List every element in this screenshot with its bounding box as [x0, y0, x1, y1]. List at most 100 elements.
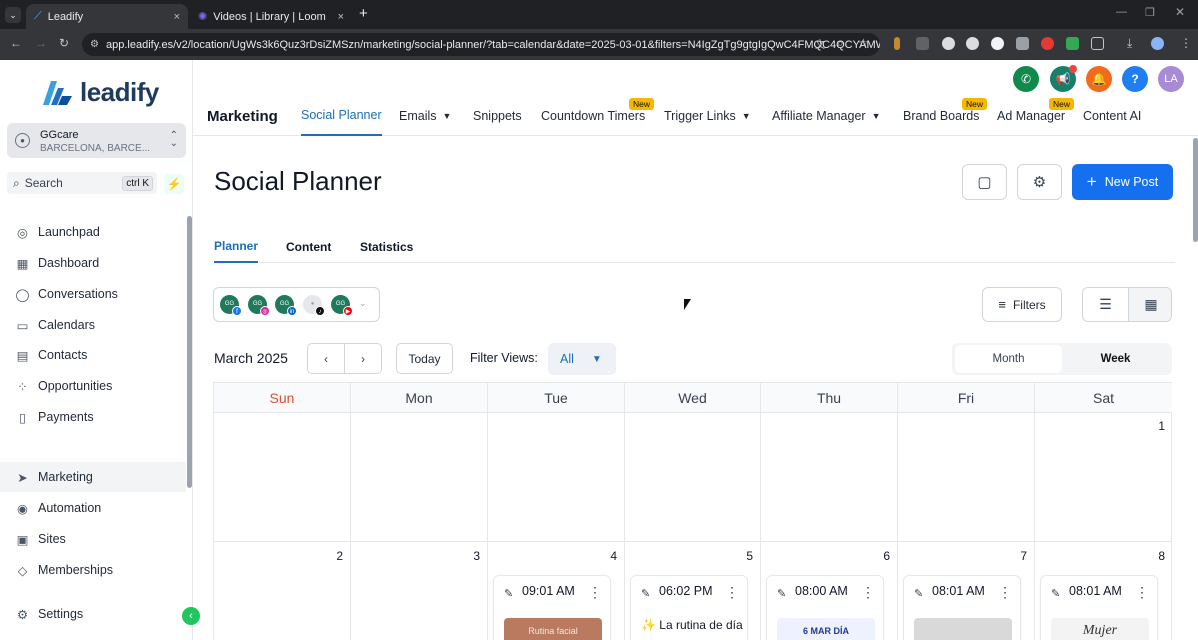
- extension-6-icon[interactable]: [1016, 37, 1029, 50]
- feedback-button[interactable]: ▢: [962, 164, 1007, 200]
- close-tab-icon[interactable]: ×: [338, 11, 344, 23]
- extension-8-icon[interactable]: [1066, 37, 1079, 50]
- sidebar-item-dashboard[interactable]: ▦ Dashboard: [0, 248, 186, 278]
- quick-actions-bolt-icon[interactable]: ⚡: [164, 174, 184, 194]
- tab-affiliate-manager[interactable]: Affiliate Manager ▼: [772, 96, 881, 136]
- browser-tab-leadify[interactable]: ⟋ Leadify ×: [26, 4, 188, 29]
- avatar[interactable]: LA: [1158, 66, 1184, 92]
- sidebar-item-opportunities[interactable]: ⁘ Opportunities: [0, 371, 186, 401]
- browser-menu-icon[interactable]: ⋮: [1180, 36, 1192, 50]
- maximize-icon[interactable]: ❐: [1145, 6, 1155, 19]
- settings-button[interactable]: ⚙: [1017, 164, 1062, 200]
- tab-content[interactable]: Content: [286, 230, 331, 263]
- sidebar-item-contacts[interactable]: ▤ Contacts: [0, 340, 186, 370]
- tab-social-planner[interactable]: Social Planner: [301, 96, 382, 136]
- prev-month-button[interactable]: ‹: [307, 343, 345, 374]
- calendar-cell[interactable]: 4 ✎ 09:01 AM ⋮ Rutina facial: [488, 542, 625, 640]
- post-menu-icon[interactable]: ⋮: [588, 584, 602, 601]
- social-accounts-selector[interactable]: GG f GG ◎ GG in ● ♪ GG ▶ ⌄: [213, 287, 380, 322]
- calendar-cell[interactable]: 8 ✎ 08:01 AM ⋮ Mujer: [1035, 542, 1172, 640]
- profile-icon[interactable]: [1151, 37, 1164, 50]
- calendar-cell[interactable]: 7 ✎ 08:01 AM ⋮: [898, 542, 1035, 640]
- calendar-cell[interactable]: 1: [1035, 413, 1172, 542]
- post-menu-icon[interactable]: ⋮: [1135, 584, 1149, 601]
- extensions-puzzle-icon[interactable]: [1091, 37, 1104, 50]
- forward-icon[interactable]: →: [35, 36, 47, 50]
- filter-views-select[interactable]: All ▼: [548, 343, 616, 375]
- list-view-icon[interactable]: ☰: [1083, 288, 1128, 321]
- sidebar-item-memberships[interactable]: ◇ Memberships: [0, 555, 186, 585]
- sidebar-item-conversations[interactable]: ◯ Conversations: [0, 279, 186, 309]
- bell-icon[interactable]: 🔔: [1086, 66, 1112, 92]
- main-scrollbar[interactable]: [1193, 138, 1198, 242]
- post-card[interactable]: ✎ 06:02 PM ⋮ ✨ La rutina de día: [630, 575, 748, 640]
- tab-content-ai[interactable]: Content AI: [1083, 96, 1141, 136]
- translate-icon[interactable]: 文: [815, 36, 825, 51]
- back-icon[interactable]: ←: [10, 36, 22, 50]
- post-card[interactable]: ✎ 08:01 AM ⋮: [903, 575, 1021, 640]
- new-tab-button[interactable]: +: [359, 5, 368, 22]
- instagram-icon: ◎: [260, 306, 270, 316]
- close-window-icon[interactable]: ✕: [1175, 5, 1185, 19]
- post-menu-icon[interactable]: ⋮: [861, 584, 875, 601]
- sidebar-item-sites[interactable]: ▣ Sites: [0, 524, 186, 554]
- address-bar[interactable]: ⚙ app.leadify.es/v2/location/UgWs3k6Quz3…: [82, 33, 880, 56]
- calendar-cell[interactable]: [351, 413, 488, 542]
- phone-icon[interactable]: ✆: [1013, 66, 1039, 92]
- extension-3-icon[interactable]: [942, 37, 955, 50]
- tab-search-icon[interactable]: ⌄: [5, 7, 21, 23]
- download-icon[interactable]: ⤓: [1127, 36, 1132, 51]
- tab-statistics[interactable]: Statistics: [360, 230, 413, 263]
- sidebar-item-settings[interactable]: ⚙ Settings: [0, 599, 186, 629]
- sidebar-item-automation[interactable]: ◉ Automation: [0, 493, 186, 523]
- browser-tab-loom[interactable]: ✺ Videos | Library | Loom ×: [190, 4, 352, 29]
- account-switcher[interactable]: ● GGcare BARCELONA, BARCE... ⌃ ⌄: [7, 123, 186, 158]
- filters-button[interactable]: ≡ Filters: [982, 287, 1062, 322]
- close-tab-icon[interactable]: ×: [174, 11, 180, 23]
- post-card[interactable]: ✎ 08:01 AM ⋮ Mujer: [1040, 575, 1158, 640]
- extension-1-icon[interactable]: [894, 37, 900, 50]
- sidebar-scrollbar[interactable]: [187, 216, 192, 488]
- new-post-button[interactable]: + New Post: [1072, 164, 1173, 200]
- sidebar-item-launchpad[interactable]: ◎ Launchpad: [0, 217, 186, 247]
- calendar-cell[interactable]: 2: [214, 542, 351, 640]
- tab-snippets[interactable]: Snippets: [473, 96, 522, 136]
- post-card[interactable]: ✎ 08:00 AM ⋮ 6 MAR DÍA: [766, 575, 884, 640]
- calendar-cell[interactable]: [761, 413, 898, 542]
- post-card[interactable]: ✎ 09:01 AM ⋮ Rutina facial: [493, 575, 611, 640]
- next-month-button[interactable]: ›: [344, 343, 382, 374]
- megaphone-icon[interactable]: 📢: [1050, 65, 1077, 92]
- tab-trigger-links[interactable]: Trigger Links ▼: [664, 96, 751, 136]
- sidebar-item-marketing[interactable]: ➤ Marketing: [0, 462, 186, 492]
- extension-5-icon[interactable]: [991, 37, 1004, 50]
- calendar-cell[interactable]: [488, 413, 625, 542]
- reload-icon[interactable]: ↻: [59, 36, 69, 50]
- today-button[interactable]: Today: [396, 343, 453, 374]
- calendar-cell[interactable]: [625, 413, 761, 542]
- post-menu-icon[interactable]: ⋮: [725, 584, 739, 601]
- calendar-cell[interactable]: [898, 413, 1035, 542]
- month-view-button[interactable]: Month: [955, 345, 1062, 373]
- calendar-cell[interactable]: [214, 413, 351, 542]
- extension-4-icon[interactable]: [966, 37, 979, 50]
- search-input[interactable]: ⌕ Search ctrl K: [7, 172, 157, 194]
- tab-emails[interactable]: Emails ▼: [399, 96, 451, 136]
- calendar-cell[interactable]: 3: [351, 542, 488, 640]
- sidebar-item-calendars[interactable]: ▭ Calendars: [0, 310, 186, 340]
- post-menu-icon[interactable]: ⋮: [998, 584, 1012, 601]
- calendar-view-icon[interactable]: ▦: [1128, 288, 1171, 321]
- sidebar-item-payments[interactable]: ▯ Payments: [0, 402, 186, 432]
- tab-planner[interactable]: Planner: [214, 230, 259, 263]
- week-view-button[interactable]: Week: [1062, 345, 1169, 373]
- minimize-icon[interactable]: —: [1116, 6, 1127, 18]
- leadify-logo[interactable]: leadify: [40, 77, 159, 108]
- help-icon[interactable]: ?: [1122, 66, 1148, 92]
- extension-2-icon[interactable]: [916, 37, 929, 50]
- calendar-cell[interactable]: 6 ✎ 08:00 AM ⋮ 6 MAR DÍA: [761, 542, 898, 640]
- zoom-icon[interactable]: ⌕: [837, 36, 844, 51]
- extension-7-icon[interactable]: [1041, 37, 1054, 50]
- bookmark-star-icon[interactable]: ☆: [858, 36, 869, 50]
- site-info-icon[interactable]: ⚙: [90, 39, 99, 50]
- collapse-sidebar-icon[interactable]: ‹: [182, 607, 200, 625]
- calendar-cell[interactable]: 5 ✎ 06:02 PM ⋮ ✨ La rutina de día: [625, 542, 761, 640]
